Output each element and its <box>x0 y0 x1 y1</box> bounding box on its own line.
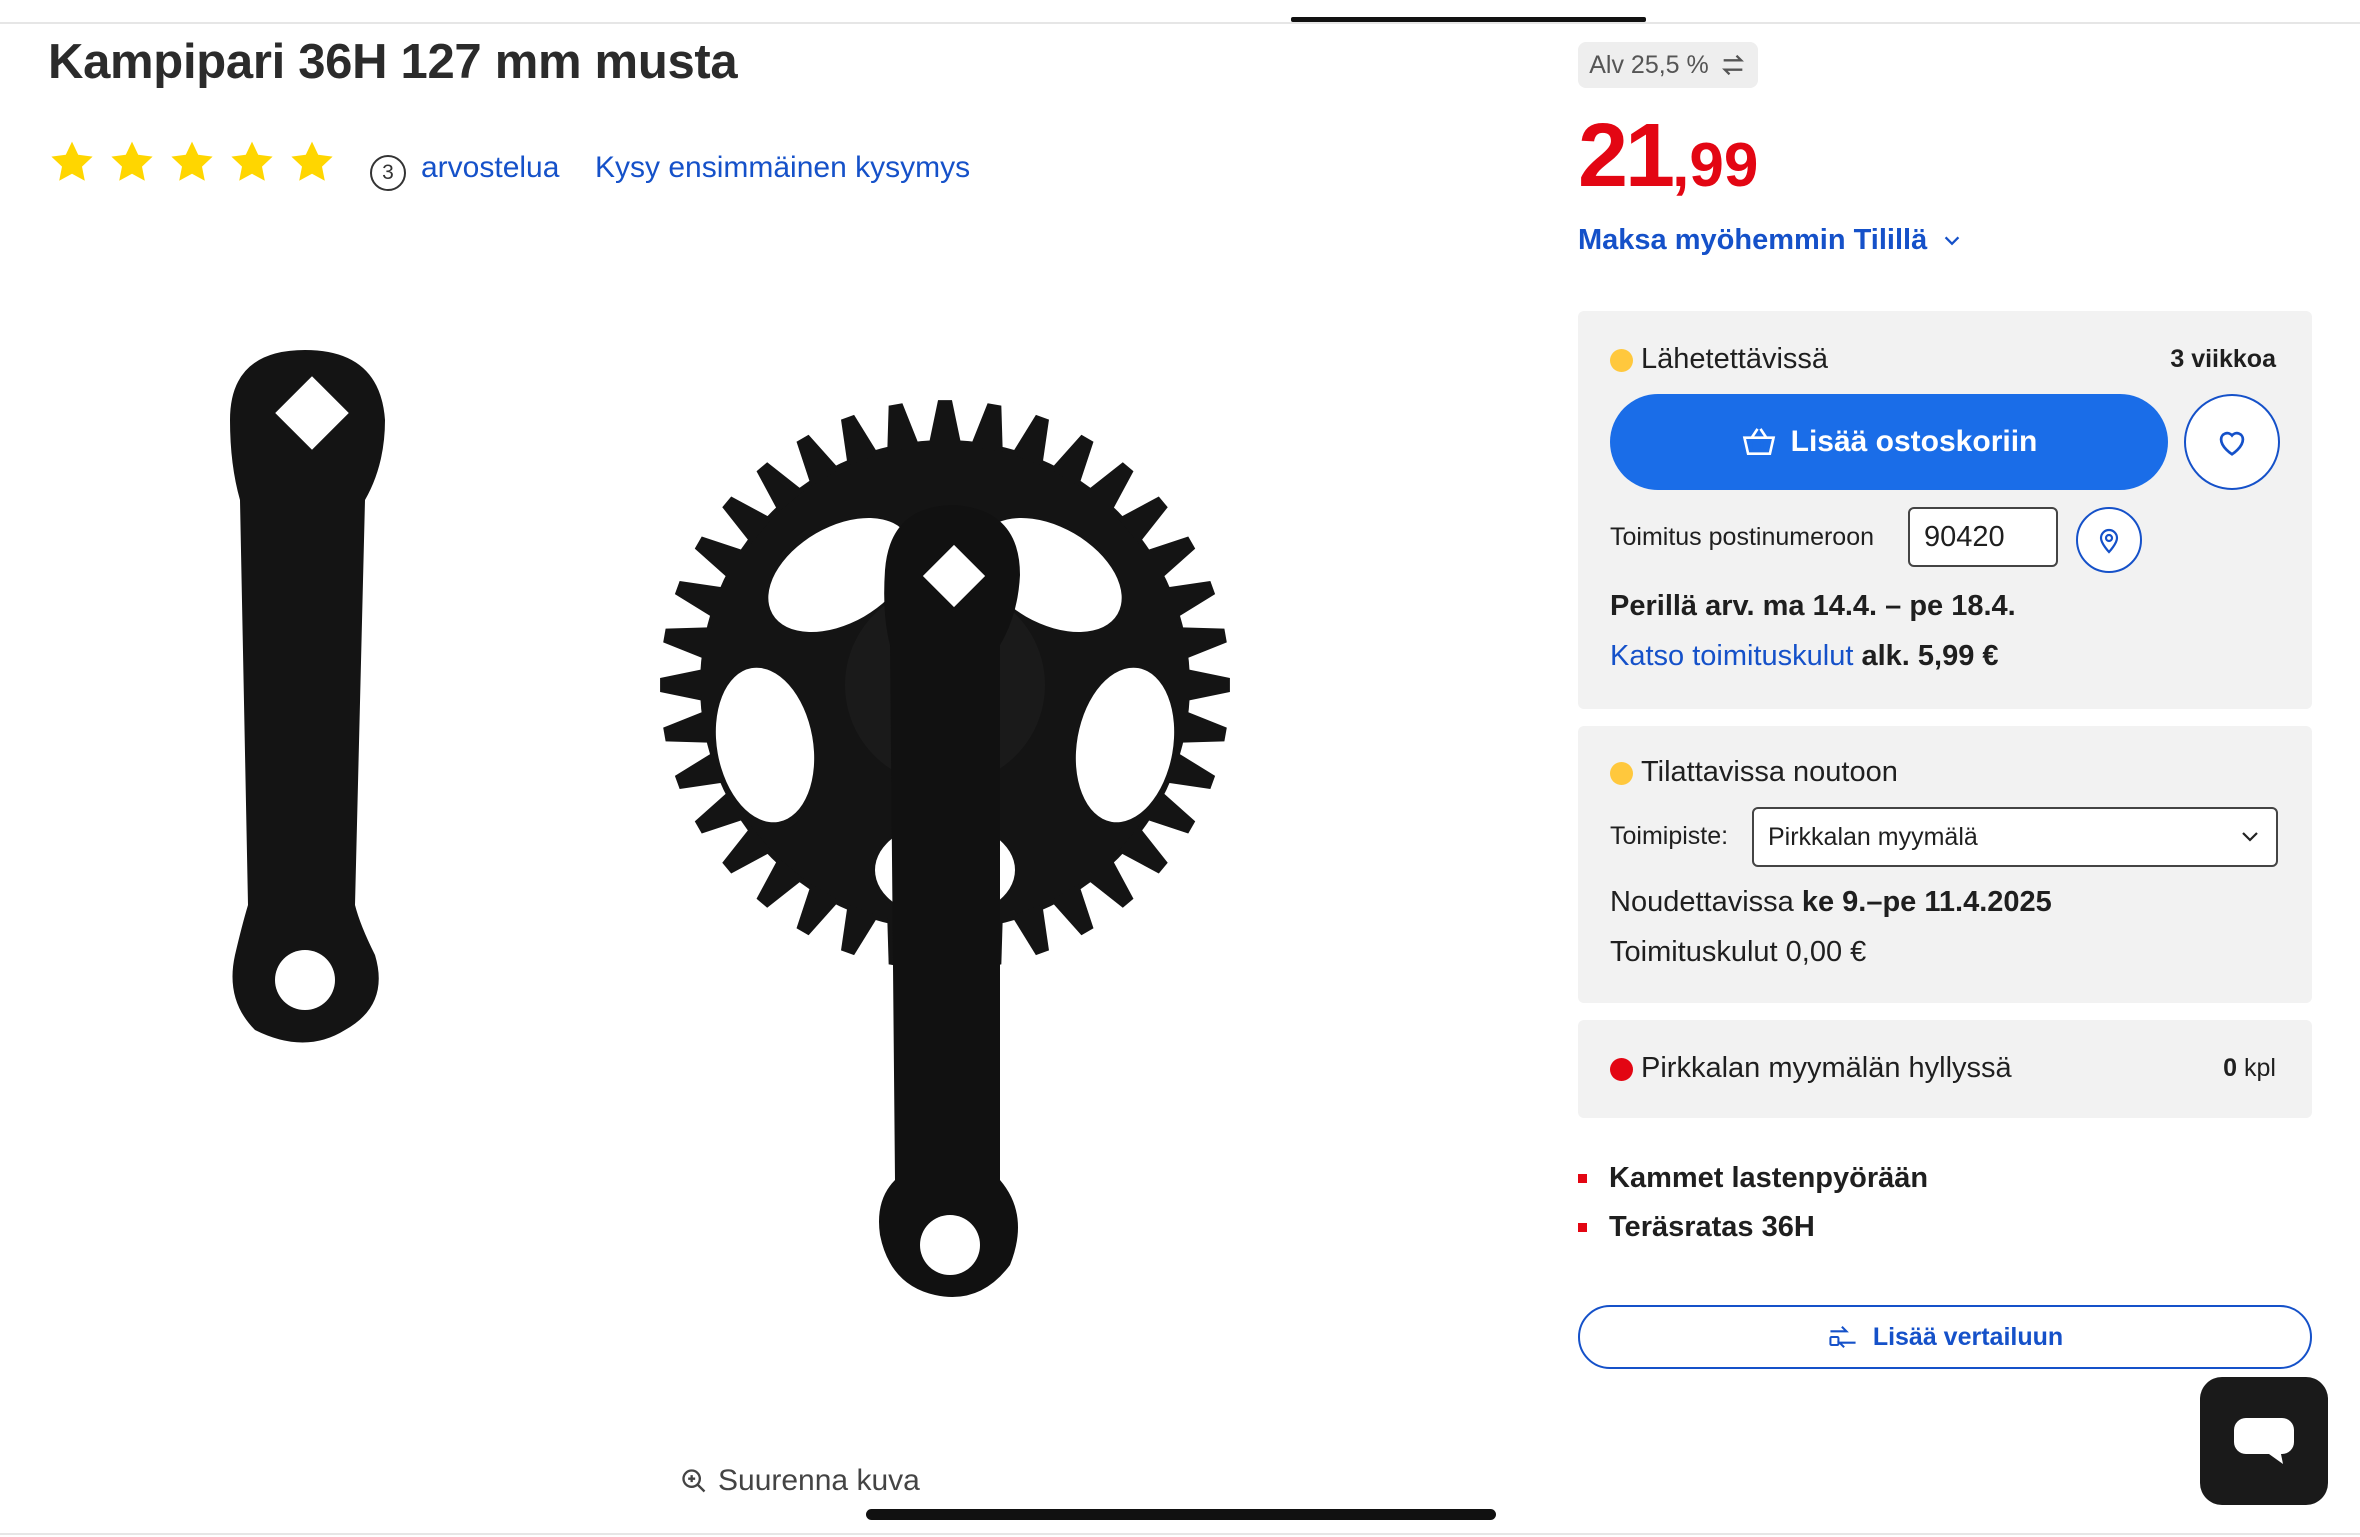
pickup-status: Tilattavissa noutoon <box>1610 756 1898 789</box>
zoom-label: Suurenna kuva <box>718 1464 920 1497</box>
shipping-panel: Lähetettävissä 3 viikkoa Lisää ostoskori… <box>1578 311 2312 709</box>
vat-toggle[interactable]: Alv 25,5 % <box>1578 42 1758 88</box>
delivery-estimate: Perillä arv. ma 14.4. – pe 18.4. <box>1610 590 2016 622</box>
store-stock-panel: Pirkkalan myymälän hyllyssä 0 kpl <box>1578 1020 2312 1118</box>
shelf-count: 0 kpl <box>2223 1054 2276 1082</box>
add-to-cart-button[interactable]: Lisää ostoskoriin <box>1610 394 2168 490</box>
shipping-costs-from: alk. 5,99 € <box>1861 640 1999 672</box>
feature-list: Kammet lastenpyörään Teräsratas 36H <box>1578 1162 1928 1260</box>
store-label: Toimipiste: <box>1610 822 1729 850</box>
status-dot <box>1610 761 1633 785</box>
star-icon <box>51 141 93 181</box>
star-icon <box>231 141 273 181</box>
chat-icon <box>2234 1418 2294 1464</box>
add-to-compare-button[interactable]: Lisää vertailuun <box>1578 1305 2312 1369</box>
star-icon <box>111 141 153 181</box>
add-to-cart-label: Lisää ostoskoriin <box>1790 425 2038 458</box>
shipping-status: Lähetettävissä <box>1610 343 1828 376</box>
shipping-costs-link[interactable]: Katso toimituskulut <box>1610 640 1853 672</box>
pickup-shipping-cost: Toimituskulut 0,00 € <box>1610 936 1867 968</box>
postal-code-label: Toimitus postinumeroon <box>1610 523 1875 551</box>
lead-time: 3 viikkoa <box>2170 345 2276 373</box>
top-divider <box>0 22 2360 24</box>
locate-button[interactable] <box>2076 507 2142 573</box>
swap-icon <box>1721 54 1744 76</box>
chevron-down-icon <box>1944 236 1960 245</box>
zoom-image-button[interactable]: Suurenna kuva <box>680 1464 920 1498</box>
location-pin-icon <box>2099 528 2119 554</box>
active-tab-indicator <box>1291 17 1646 22</box>
reviews-link[interactable]: arvostelua <box>421 151 559 185</box>
list-item: Kammet lastenpyörään <box>1578 1162 1928 1195</box>
status-dot <box>1610 348 1633 372</box>
basket-icon <box>1742 428 1775 455</box>
price: 21,99 <box>1578 105 1758 208</box>
pay-later-toggle[interactable]: Maksa myöhemmin Tilillä <box>1578 224 1963 257</box>
list-item: Teräsratas 36H <box>1578 1211 1928 1244</box>
vat-label: Alv 25,5 % <box>1589 50 1709 79</box>
shipping-costs: Katso toimituskulut alk. 5,99 € <box>1610 640 1999 673</box>
pay-later-label: Maksa myöhemmin Tilillä <box>1578 224 1928 256</box>
compare-label: Lisää vertailuun <box>1872 1322 2064 1351</box>
pickup-panel: Tilattavissa noutoon Toimipiste: Pirkkal… <box>1578 726 2312 1003</box>
bottom-divider <box>0 1533 2360 1535</box>
right-crank-arm <box>879 505 1020 1297</box>
price-integer: 21 <box>1578 106 1675 206</box>
product-title: Kampipari 36H 127 mm musta <box>48 35 738 89</box>
review-count-badge: 3 <box>370 155 406 191</box>
status-dot <box>1610 1057 1633 1081</box>
postal-code-input[interactable]: 90420 <box>1908 507 2058 567</box>
ask-question-link[interactable]: Kysy ensimmäinen kysymys <box>595 151 970 185</box>
home-indicator <box>866 1509 1496 1520</box>
rating-stars[interactable] <box>48 138 336 186</box>
star-icon <box>171 141 213 181</box>
pickup-availability: Noudettavissa ke 9.–pe 11.4.2025 <box>1610 886 2052 918</box>
store-select[interactable]: Pirkkalan myymälä <box>1752 807 2278 867</box>
product-image[interactable] <box>160 265 1420 1435</box>
compare-icon <box>1829 1325 1856 1349</box>
star-icon <box>291 141 333 181</box>
wishlist-button[interactable] <box>2184 394 2280 490</box>
shelf-status: Pirkkalan myymälän hyllyssä <box>1610 1052 2012 1085</box>
chat-button[interactable] <box>2200 1377 2328 1505</box>
chevron-down-icon <box>2242 832 2258 842</box>
store-selected: Pirkkalan myymälä <box>1768 822 1978 851</box>
price-decimals: ,99 <box>1672 131 1759 200</box>
heart-icon <box>2219 431 2245 456</box>
zoom-in-icon <box>682 1469 706 1493</box>
left-crank-arm <box>230 350 385 1043</box>
